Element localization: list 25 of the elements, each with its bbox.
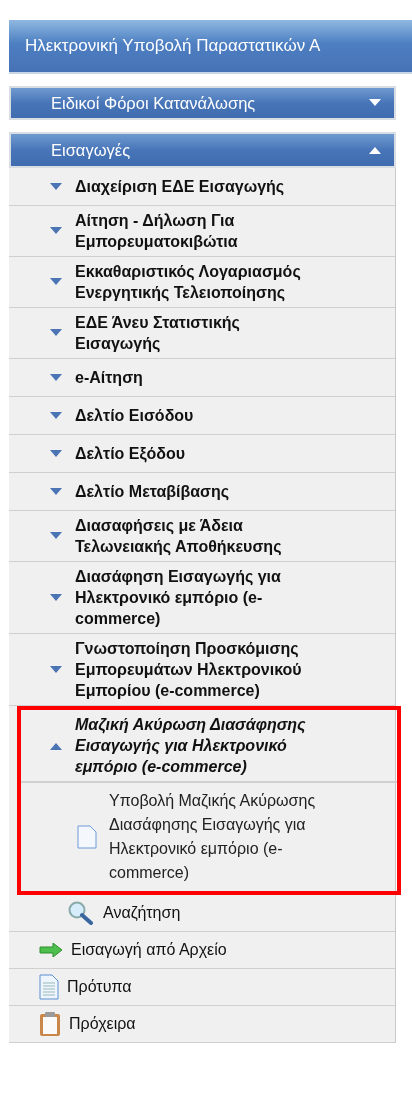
menu-item[interactable]: Διασάφηση Εισαγωγής για Ηλεκτρονικό εμπόριο (e-commerce) bbox=[9, 562, 395, 634]
menu-item[interactable]: Αίτηση - Δήλωση Για Εμπορευματοκιβώτια bbox=[9, 206, 395, 257]
section-header[interactable]: Ειδικοί Φόροι Κατανάλωσης bbox=[9, 86, 396, 120]
arrow-right-icon bbox=[39, 943, 63, 957]
menu-item[interactable]: Γνωστοποίηση Προσκόμισης Εμπορευμάτων Ηλεκτρονικού Εμπορίου (e-commerce) bbox=[9, 634, 395, 706]
tool-link[interactable]: Πρότυπα bbox=[9, 969, 395, 1006]
document-icon bbox=[77, 825, 97, 849]
menu-item[interactable]: Δελτίο Εξόδου bbox=[9, 435, 395, 473]
banner-title: Ηλεκτρονική Υποβολή Παραστατικών Α bbox=[9, 20, 412, 74]
menu-item[interactable]: Εκκαθαριστικός Λογαριασμός Ενεργητικής Τελειοποίησης bbox=[9, 257, 395, 308]
menu-item[interactable]: Δελτίο Μεταβίβασης bbox=[9, 473, 395, 511]
menu-item[interactable]: Δελτίο Εισόδου bbox=[9, 397, 395, 435]
magnifier-icon bbox=[67, 901, 95, 925]
menu-item[interactable]: Μαζική Ακύρωση Διασάφησης Εισαγωγής για Ηλεκτρονικό εμπόριο (e-commerce) bbox=[21, 710, 397, 782]
tool-link[interactable]: Εισαγωγή από Αρχείο bbox=[9, 932, 395, 969]
menu-item[interactable]: ΕΔΕ Άνευ Στατιστικής Εισαγωγής bbox=[9, 308, 395, 359]
submenu-item[interactable]: Υποβολή Μαζικής Ακύρωσης Διασάφησης Εισαγωγής για Ηλεκτρονικό εμπόριο (e-commerce) bbox=[21, 782, 397, 891]
section-header[interactable]: Εισαγωγές bbox=[9, 132, 396, 168]
menu-item[interactable]: Διαχείριση ΕΔΕ Εισαγωγής bbox=[9, 168, 395, 206]
tool-link[interactable]: Αναζήτηση bbox=[9, 895, 395, 932]
document-icon bbox=[39, 974, 59, 1000]
menu-item[interactable]: e-Αίτηση bbox=[9, 359, 395, 397]
tool-link[interactable]: Πρόχειρα bbox=[9, 1006, 395, 1043]
clipboard-icon bbox=[39, 1011, 61, 1037]
menu-item[interactable]: Διασαφήσεις με Άδεια Τελωνειακής Αποθήκευσης bbox=[9, 511, 395, 562]
